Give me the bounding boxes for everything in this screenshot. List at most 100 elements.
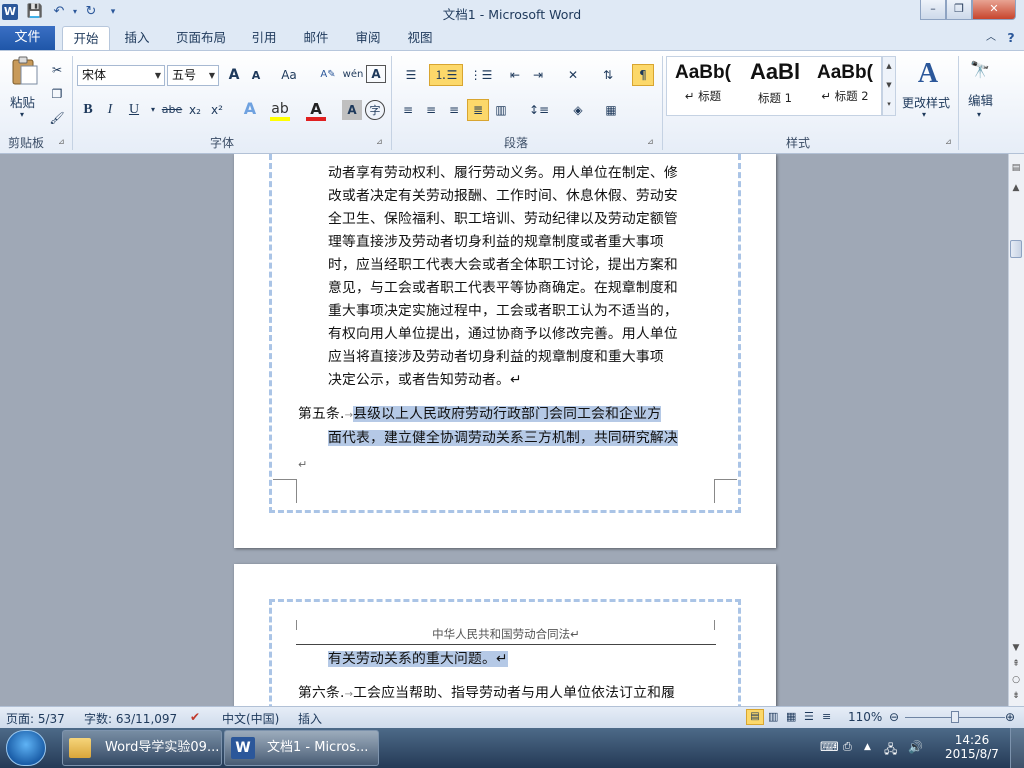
tab-review[interactable]: 审阅 — [348, 26, 388, 50]
italic-button[interactable]: I — [100, 100, 120, 120]
clear-format-icon[interactable]: A✎ — [318, 65, 338, 85]
font-color-icon[interactable]: A — [306, 99, 326, 121]
show-desktop-button[interactable] — [1010, 728, 1024, 768]
zoom-level[interactable]: 110% — [848, 710, 882, 724]
font-size-combo[interactable]: 五号 ▼ — [167, 65, 219, 86]
editing-dropdown-icon[interactable]: ▾ — [977, 110, 981, 119]
browse-object-icon[interactable]: ○ — [1008, 672, 1024, 688]
insert-mode[interactable]: 插入 — [298, 710, 322, 727]
article6-paragraph[interactable]: 第六条.→工会应当帮助、指导劳动者与用人单位依法订立和履 — [298, 682, 718, 706]
paste-dropdown-icon[interactable]: ▾ — [20, 110, 24, 119]
subscript-button[interactable]: x₂ — [185, 100, 205, 120]
font-launcher-icon[interactable]: ⊿ — [376, 137, 383, 146]
style-heading-2[interactable]: AaBb( ↵ 标题 2 — [810, 56, 880, 116]
sort-icon[interactable]: ⇅ — [598, 65, 618, 85]
change-styles-button[interactable]: 更改样式 — [902, 94, 950, 111]
text-effects-icon[interactable]: A — [240, 99, 260, 119]
tab-mailings[interactable]: 邮件 — [296, 26, 336, 50]
decrease-indent-icon[interactable]: ⇤ — [505, 65, 525, 85]
ruler-toggle-icon[interactable]: ▤ — [1008, 160, 1024, 176]
shading-icon[interactable]: ◈ — [565, 100, 591, 120]
superscript-button[interactable]: x² — [207, 100, 227, 120]
selected-text[interactable]: 县级以上人民政府劳动行政部门会同工会和企业方 — [353, 406, 662, 422]
proofing-icon[interactable]: ✔ — [190, 710, 200, 724]
minimize-button[interactable]: – — [920, 0, 946, 20]
distributed-icon[interactable]: ▥ — [491, 100, 511, 120]
language-indicator[interactable]: 中文(中国) — [222, 710, 279, 727]
clock[interactable]: 14:26 2015/8/7 — [938, 733, 1006, 761]
show-marks-icon[interactable]: ¶ — [632, 64, 654, 86]
article5-continued[interactable]: 有关劳动关系的重大问题。↵ — [328, 648, 718, 671]
tab-home[interactable]: 开始 — [62, 26, 110, 50]
style-heading[interactable]: AaBb( ↵ 标题 — [668, 56, 738, 116]
page-indicator[interactable]: 页面: 5/37 — [6, 710, 65, 727]
line-spacing-icon[interactable]: ↕≡ — [526, 100, 552, 120]
font-name-combo[interactable]: 宋体 ▼ — [77, 65, 165, 86]
tab-page-layout[interactable]: 页面布局 — [170, 26, 232, 50]
taskbar-item-explorer[interactable]: Word导学实验09... — [62, 730, 222, 766]
strikethrough-button[interactable]: abe — [160, 100, 184, 120]
char-border-icon[interactable]: A — [366, 65, 386, 83]
start-button[interactable] — [6, 730, 46, 766]
volume-icon[interactable]: 🔊 — [908, 740, 923, 754]
numbering-icon[interactable]: ⒈☰ — [429, 64, 463, 86]
shrink-font-icon[interactable]: A — [246, 66, 266, 86]
word-count[interactable]: 字数: 63/11,097 — [84, 710, 177, 727]
maximize-button[interactable]: ❐ — [946, 0, 972, 20]
align-right-icon[interactable]: ≡ — [444, 100, 464, 120]
find-icon[interactable]: 🔭 — [968, 60, 992, 84]
full-screen-reading-icon[interactable]: ▥ — [768, 710, 778, 723]
scroll-thumb[interactable] — [1010, 240, 1022, 258]
cut-icon[interactable]: ✂ — [47, 60, 67, 80]
align-center-icon[interactable]: ≡ — [421, 100, 441, 120]
zoom-out-icon[interactable]: ⊖ — [889, 710, 899, 724]
article5-paragraph[interactable]: 第五条.→县级以上人民政府劳动行政部门会同工会和企业方 面代表，建立健全协调劳动… — [298, 403, 718, 450]
borders-icon[interactable]: ▦ — [598, 100, 624, 120]
multilevel-list-icon[interactable]: ⋮☰ — [468, 65, 494, 85]
phonetic-guide-icon[interactable]: wén — [342, 65, 364, 85]
bold-button[interactable]: B — [78, 100, 98, 120]
clipboard-launcher-icon[interactable]: ⊿ — [58, 137, 65, 146]
styles-scroll[interactable]: ▲ ▼ ▾ — [882, 56, 896, 116]
chinese-layout-icon[interactable]: ✕ — [560, 65, 586, 85]
copy-icon[interactable]: ❐ — [47, 84, 67, 104]
change-case-icon[interactable]: Aa — [276, 65, 302, 85]
tab-view[interactable]: 视图 — [400, 26, 440, 50]
char-shading-icon[interactable]: A — [342, 100, 362, 120]
show-hidden-icons[interactable]: ▲ — [864, 742, 871, 752]
print-layout-icon[interactable]: ▤ — [746, 709, 764, 725]
help-icon[interactable]: ? — [1002, 26, 1020, 50]
paragraph-launcher-icon[interactable]: ⊿ — [647, 137, 654, 146]
taskbar-item-word[interactable]: W 文档1 - Micros... — [224, 730, 379, 766]
paste-icon[interactable] — [8, 56, 42, 86]
tab-insert[interactable]: 插入 — [115, 26, 159, 50]
draft-icon[interactable]: ≡ — [822, 710, 831, 723]
editing-button[interactable]: 编辑 — [968, 90, 993, 109]
web-layout-icon[interactable]: ▦ — [786, 710, 796, 723]
style-heading-1[interactable]: AaBl 标题 1 — [740, 56, 810, 116]
paste-button[interactable]: 粘贴 — [10, 92, 35, 111]
next-page-icon[interactable]: ⇟ — [1008, 688, 1024, 704]
grow-font-icon[interactable]: A — [224, 65, 244, 85]
article4-paragraph[interactable]: 动者享有劳动权利、履行劳动义务。用人单位在制定、修 改或者决定有关劳动报酬、工作… — [328, 162, 718, 392]
zoom-in-icon[interactable]: ⊕ — [1005, 710, 1015, 724]
styles-launcher-icon[interactable]: ⊿ — [945, 137, 952, 146]
input-method-icon[interactable]: ⎙ — [843, 740, 852, 754]
change-styles-icon[interactable]: A — [908, 58, 948, 92]
page-header[interactable]: 中华人民共和国劳动合同法↵ — [296, 626, 716, 642]
tab-file[interactable]: 文件 — [0, 26, 55, 50]
keyboard-icon[interactable]: ⌨ — [820, 740, 839, 755]
enclose-char-icon[interactable]: 字 — [365, 100, 385, 120]
selected-text[interactable]: 有关劳动关系的重大问题。↵ — [328, 651, 508, 667]
selected-text[interactable]: 面代表，建立健全协调劳动关系三方机制，共同研究解决 — [328, 430, 678, 446]
tab-references[interactable]: 引用 — [244, 26, 284, 50]
close-button[interactable]: ✕ — [972, 0, 1016, 20]
scroll-up-icon[interactable]: ▲ — [1008, 180, 1024, 196]
collapse-ribbon-icon[interactable]: ︿ — [982, 26, 1000, 50]
network-icon[interactable]: 🖧 — [884, 740, 897, 761]
bullets-icon[interactable]: ☰ — [398, 65, 424, 85]
increase-indent-icon[interactable]: ⇥ — [528, 65, 548, 85]
highlight-color-icon[interactable]: ab — [270, 99, 290, 121]
underline-button[interactable]: U — [124, 100, 144, 120]
zoom-slider-handle[interactable] — [951, 711, 959, 723]
